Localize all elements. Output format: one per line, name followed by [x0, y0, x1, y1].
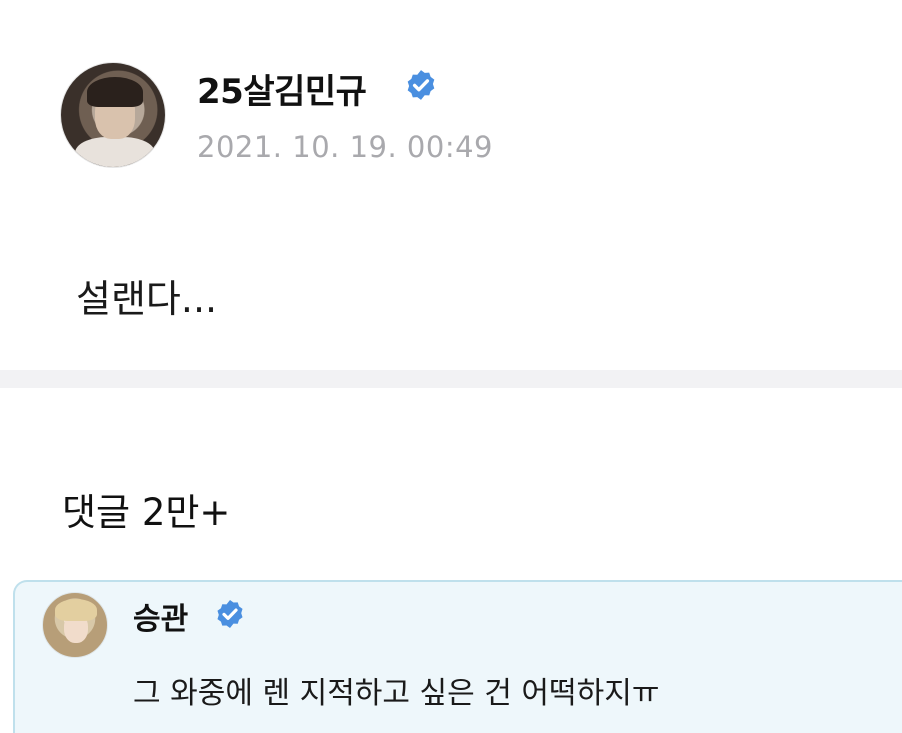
comments-count-header: 댓글 2만+ [62, 491, 231, 534]
post-screen: 25살김민규 2021. 10. 19. 00:49 설랜다... 댓글 2만+… [0, 0, 902, 733]
post-body-text: 설랜다... [76, 277, 218, 321]
post-timestamp: 2021. 10. 19. 00:49 [197, 130, 493, 164]
section-divider [0, 370, 902, 388]
avatar-figure-hair [87, 77, 143, 107]
author-avatar[interactable] [60, 62, 166, 168]
comment-author-name[interactable]: 승관 [133, 594, 188, 638]
comment-author-avatar[interactable] [42, 592, 108, 658]
verified-badge-icon [217, 600, 243, 628]
post-author-name[interactable]: 25살김민규 [197, 64, 367, 113]
avatar-figure-hair [55, 599, 97, 621]
avatar-figure-body [75, 137, 155, 167]
verified-badge-icon [407, 70, 435, 100]
comment-text: 그 와중에 렌 지적하고 싶은 건 어떡하지ㅠ [133, 676, 660, 711]
